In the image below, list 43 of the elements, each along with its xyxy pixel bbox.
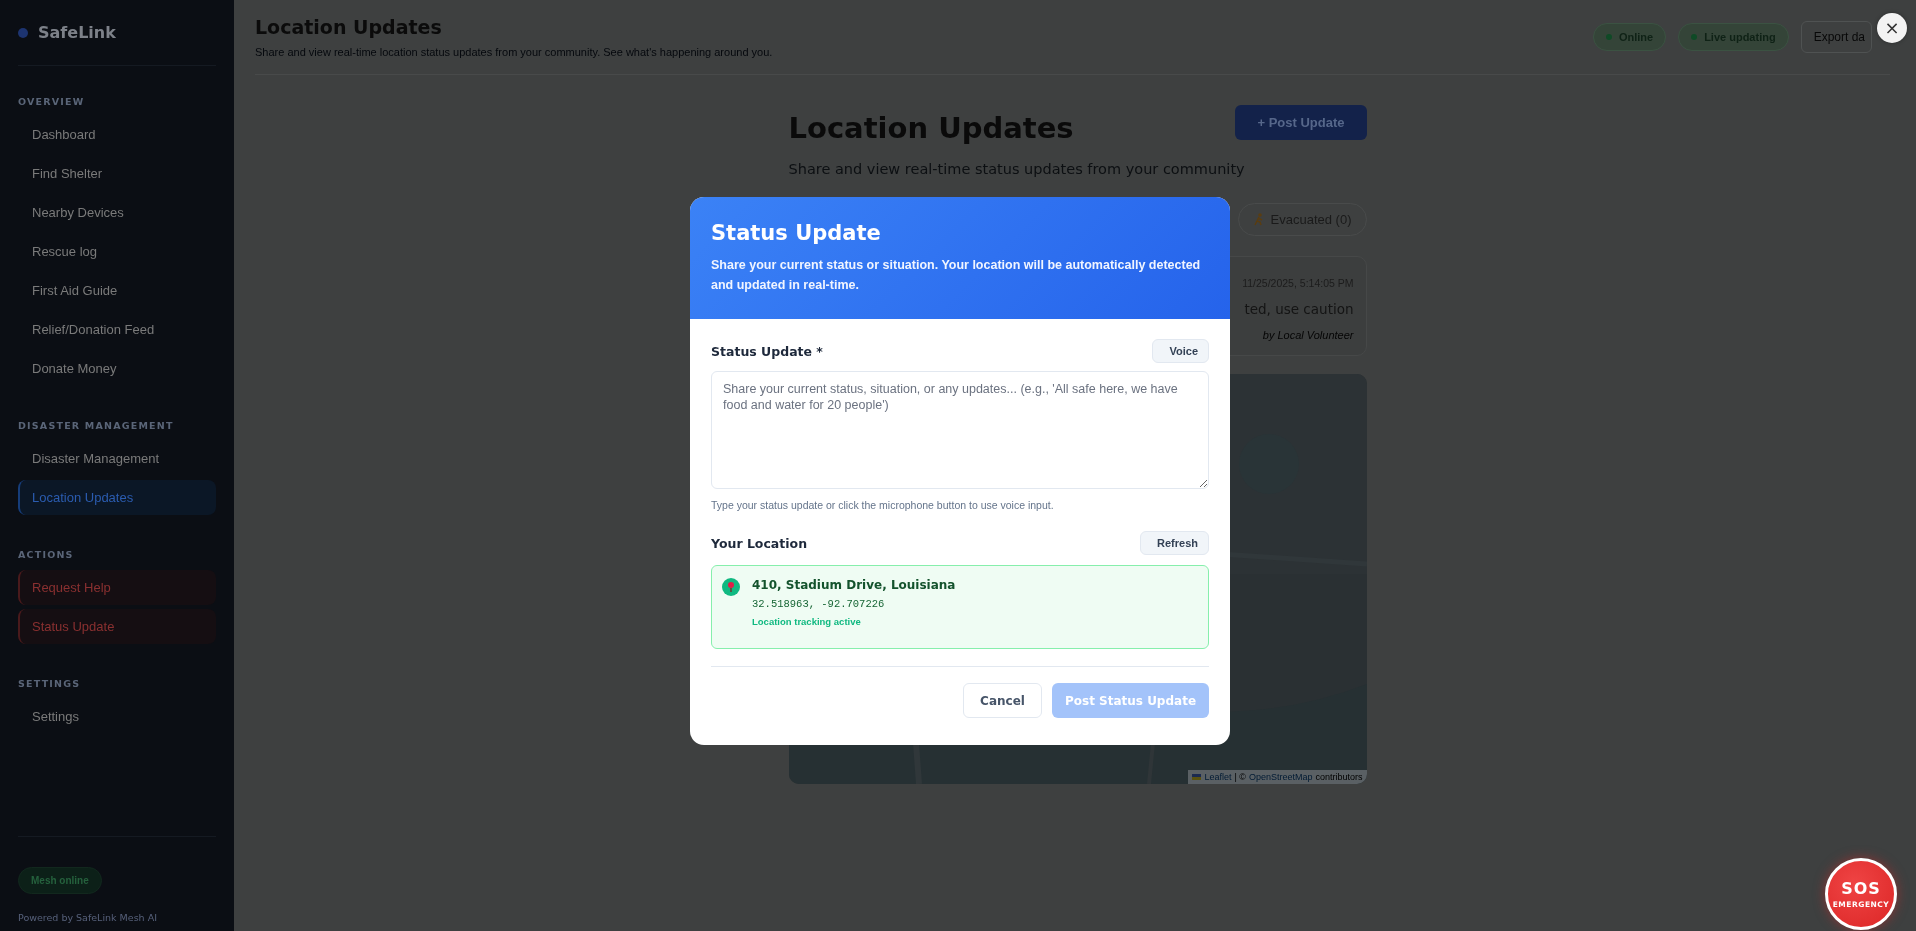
sidebar-item[interactable]: First Aid Guide: [18, 273, 216, 308]
helper-text: Type your status update or click the microphone button to use voice input.: [711, 499, 1055, 511]
post-update-button[interactable]: + Post Update: [1235, 105, 1367, 140]
map-attribution: Leaflet | © OpenStreetMap contributors: [1188, 770, 1367, 784]
sidebar-item[interactable]: Location Updates: [18, 480, 216, 515]
section-title: OVERVIEW: [18, 96, 86, 107]
field-label: Your Location: [711, 535, 808, 551]
sidebar-item[interactable]: Dashboard: [18, 117, 216, 152]
status-dot-icon: [1605, 34, 1612, 40]
mesh-status-badge: Mesh online: [18, 867, 102, 894]
status-dot-icon: [1691, 34, 1698, 40]
close-button[interactable]: ×: [1877, 13, 1907, 43]
location-coordinates: 32.518963, -92.707226: [752, 598, 886, 610]
sidebar-item[interactable]: Status Update: [18, 609, 216, 644]
leaflet-link[interactable]: Leaflet: [1204, 772, 1232, 782]
person-icon: [1252, 213, 1265, 226]
field-label: Status Update *: [711, 343, 823, 359]
flag-icon: [1192, 774, 1202, 780]
sidebar-item[interactable]: Request Help: [18, 570, 216, 605]
sidebar-item[interactable]: Disaster Management: [18, 441, 216, 476]
section-title: ACTIONS: [18, 549, 75, 560]
pin-icon: [722, 578, 740, 596]
logo-icon: [18, 27, 28, 38]
openstreetmap-link[interactable]: OpenStreetMap: [1248, 772, 1313, 782]
footer-text: Powered by SafeLink Mesh AI: [18, 912, 157, 923]
status-text-field[interactable]: Share your current status, situation, or any updates... (e.g., 'All safe here, we have food and water for 20 people'): [711, 371, 1209, 489]
section-title: DISASTER MANAGEMENT: [18, 420, 175, 431]
sidebar-item[interactable]: Rescue log: [18, 234, 216, 269]
app-logo-text: SafeLink: [38, 23, 116, 42]
refresh-button[interactable]: Refresh: [1140, 531, 1209, 555]
sidebar-item[interactable]: Find Shelter: [18, 156, 216, 191]
sidebar-item[interactable]: Relief/Donation Feed: [18, 312, 216, 347]
tracking-status: Location tracking active: [752, 616, 862, 627]
dialog-title: Status Update: [711, 221, 882, 245]
section-title: SETTINGS: [18, 678, 82, 689]
cancel-button[interactable]: Cancel: [963, 683, 1042, 718]
sos-label: SOS: [1841, 879, 1881, 898]
dialog-description: Share your current status or situation. Your location will be automatically detected and updated in real-time.: [711, 257, 1202, 294]
location-address: 410, Stadium Drive, Louisiana: [752, 578, 956, 592]
voice-button[interactable]: Voice: [1152, 339, 1209, 363]
sidebar-item[interactable]: Nearby Devices: [18, 195, 216, 230]
sidebar-item[interactable]: Donate Money: [18, 351, 216, 386]
sidebar-item[interactable]: Settings: [18, 699, 216, 734]
